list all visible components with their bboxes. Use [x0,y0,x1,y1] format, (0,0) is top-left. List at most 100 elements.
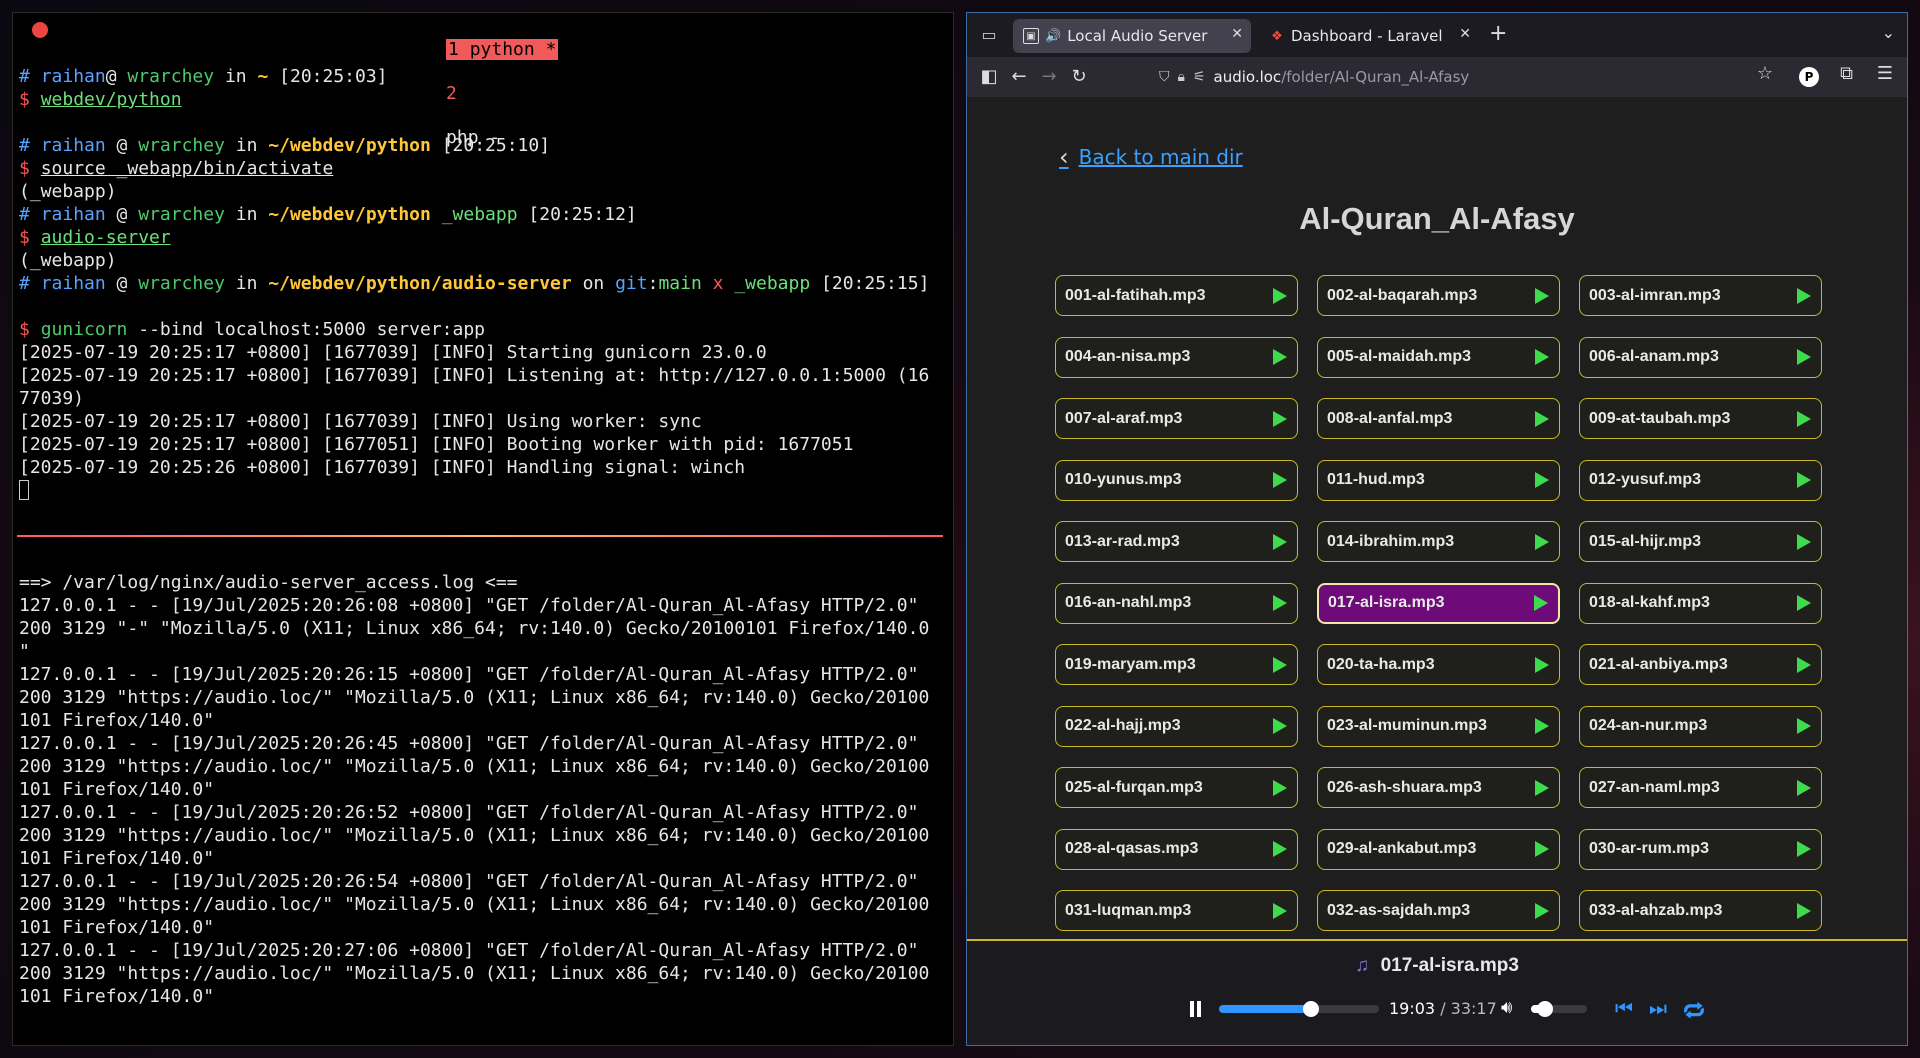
file-button[interactable]: 024-an-nur.mp3 [1579,705,1822,747]
play-icon[interactable] [1273,410,1287,427]
play-icon[interactable] [1535,533,1549,550]
shield-icon[interactable]: ⛉ [1159,69,1170,85]
play-icon[interactable] [1535,841,1549,857]
seek-handle[interactable] [1302,1001,1319,1017]
file-button[interactable]: 028-al-qasas.mp3 [1055,828,1298,870]
file-button[interactable]: 021-al-anbiya.mp3 [1579,644,1822,685]
file-button[interactable]: 003-al-imran.mp3 [1579,275,1822,316]
menu-hamburger-icon[interactable]: ☰ [1877,63,1893,84]
play-icon[interactable] [1535,779,1549,796]
forward-arrow-icon[interactable]: → [1035,63,1063,91]
tab-list-icon[interactable]: ▭ [975,21,1003,49]
file-button[interactable]: 009-at-taubah.mp3 [1579,398,1822,439]
play-icon[interactable] [1797,718,1811,734]
play-icon[interactable] [1797,349,1811,365]
back-arrow-icon[interactable]: ← [1005,63,1033,91]
file-button[interactable]: 017-al-isra.mp3 [1317,582,1560,624]
file-button[interactable]: 023-al-muminun.mp3 [1317,705,1560,747]
play-icon[interactable] [1797,595,1811,611]
back-to-main-dir-link[interactable]: ‹ Back to main dir [1059,143,1243,171]
play-icon[interactable] [1535,902,1549,919]
play-icon[interactable] [1797,779,1811,796]
play-icon[interactable] [1797,472,1811,488]
bookmark-star-icon[interactable]: ☆ [1757,63,1773,84]
terminal-cursor[interactable] [19,480,29,500]
sidebar-toggle-icon[interactable]: ◧ [975,63,1003,91]
play-icon[interactable] [1534,595,1548,611]
reload-icon[interactable]: ↻ [1065,63,1093,91]
previous-track-icon[interactable]: ⏮︎ [1615,996,1633,1020]
profile-avatar[interactable]: P [1799,67,1819,87]
play-icon[interactable] [1797,656,1811,673]
file-button[interactable]: 020-ta-ha.mp3 [1317,644,1560,685]
new-tab-plus-icon[interactable]: + [1489,21,1507,46]
file-button[interactable]: 015-al-hijr.mp3 [1579,521,1822,562]
url-bar[interactable]: ⛉ 🔒︎ ⚟ audio.loc/folder/Al-Quran_Al-Afas… [1159,61,1739,93]
pane-divider[interactable] [17,535,943,537]
play-icon[interactable] [1273,656,1287,673]
play-icon[interactable] [1273,595,1287,611]
file-button[interactable]: 019-maryam.mp3 [1055,644,1298,685]
file-button[interactable]: 029-al-ankabut.mp3 [1317,828,1560,870]
play-icon[interactable] [1273,718,1287,734]
play-icon[interactable] [1535,287,1549,304]
volume-slider[interactable] [1531,1001,1587,1017]
next-track-icon[interactable]: ⏭︎ [1649,996,1667,1020]
file-button[interactable]: 016-an-nahl.mp3 [1055,582,1298,624]
file-button[interactable]: 013-ar-rad.mp3 [1055,521,1298,562]
close-tab-icon[interactable]: ✕ [1459,26,1471,42]
play-icon[interactable] [1273,287,1287,304]
seek-slider[interactable] [1219,1001,1379,1017]
file-button[interactable]: 012-yusuf.mp3 [1579,459,1822,501]
play-icon[interactable] [1535,718,1549,734]
file-button[interactable]: 010-yunus.mp3 [1055,459,1298,501]
volume-handle[interactable] [1537,1001,1553,1017]
file-button[interactable]: 033-al-ahzab.mp3 [1579,890,1822,931]
file-button[interactable]: 002-al-baqarah.mp3 [1317,275,1560,316]
pause-button[interactable] [1189,1001,1203,1017]
file-button[interactable]: 027-an-naml.mp3 [1579,767,1822,808]
play-icon[interactable] [1273,902,1287,919]
file-button[interactable]: 001-al-fatihah.mp3 [1055,275,1298,316]
terminal-window[interactable]: 1 python * 2 php - # raihan@ wrarchey in… [12,12,954,1046]
repeat-icon[interactable]: 🔁︎ [1683,994,1705,1026]
play-icon[interactable] [1797,902,1811,919]
play-icon[interactable] [1797,533,1811,550]
file-button[interactable]: 031-luqman.mp3 [1055,890,1298,931]
play-icon[interactable] [1535,656,1549,673]
terminal-tab-python[interactable]: 1 python * [446,39,559,60]
file-button[interactable]: 011-hud.mp3 [1317,459,1560,501]
file-button[interactable]: 026-ash-shuara.mp3 [1317,767,1560,808]
play-icon[interactable] [1535,472,1549,488]
play-icon[interactable] [1273,349,1287,365]
play-icon[interactable] [1535,349,1549,365]
lock-icon[interactable]: 🔒︎ [1178,69,1185,85]
file-button[interactable]: 022-al-hajj.mp3 [1055,705,1298,747]
file-button[interactable]: 008-al-anfal.mp3 [1317,398,1560,439]
file-button[interactable]: 004-an-nisa.mp3 [1055,336,1298,378]
play-icon[interactable] [1797,841,1811,857]
play-icon[interactable] [1797,287,1811,304]
file-button[interactable]: 006-al-anam.mp3 [1579,336,1822,378]
file-button[interactable]: 007-al-araf.mp3 [1055,398,1298,439]
file-button[interactable]: 018-al-kahf.mp3 [1579,582,1822,624]
tab-dashboard-laravel[interactable]: ❖ Dashboard - Laravel ✕ [1259,19,1479,53]
file-button[interactable]: 025-al-furqan.mp3 [1055,767,1298,808]
volume-icon[interactable]: 🔊︎ [1501,997,1512,1018]
play-icon[interactable] [1797,410,1811,427]
play-icon[interactable] [1273,841,1287,857]
play-icon[interactable] [1535,410,1549,427]
close-tab-icon[interactable]: ✕ [1231,26,1243,42]
chevron-down-icon[interactable]: ⌄ [1882,23,1895,42]
close-dot-icon[interactable] [32,22,48,38]
speaker-icon[interactable]: 🔊 [1045,29,1061,44]
file-button[interactable]: 030-ar-rum.mp3 [1579,828,1822,870]
tab-local-audio-server[interactable]: ▣ 🔊 Local Audio Server ✕ [1013,19,1251,53]
play-icon[interactable] [1273,533,1287,550]
play-icon[interactable] [1273,472,1287,488]
file-button[interactable]: 005-al-maidah.mp3 [1317,336,1560,378]
permissions-icon[interactable]: ⚟ [1193,69,1206,85]
file-button[interactable]: 032-as-sajdah.mp3 [1317,890,1560,931]
extensions-icon[interactable]: ⧉ [1840,63,1853,84]
play-icon[interactable] [1273,779,1287,796]
